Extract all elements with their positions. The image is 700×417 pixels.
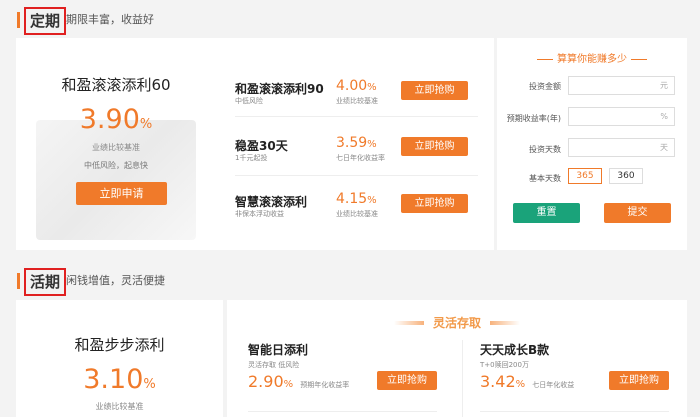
fixed-products-panel: 和盈滚滚添利60 3.90% 业绩比较基准 中低风险，起息快 立即申请 和盈滚滚… — [16, 38, 494, 250]
current-section-subtitle: 闲钱增值，灵活便捷 — [66, 274, 165, 287]
buy-now-button[interactable]: 立即抢购 — [609, 371, 669, 390]
vertical-divider — [462, 340, 463, 417]
product-rate: 2.90% 预期年化收益率 — [248, 372, 349, 391]
featured-risk-note: 中低风险，起息快 — [84, 161, 148, 170]
product-rate-unit: % — [515, 379, 526, 390]
product-rate-value: 4.00 — [336, 78, 368, 94]
fixed-section-title: 定期 — [24, 7, 67, 35]
product-rate-value: 4.15 — [336, 191, 368, 207]
featured-product-name: 和盈滚滚添利60 — [61, 76, 171, 94]
buy-now-button[interactable]: 立即抢购 — [401, 137, 468, 156]
flexible-banner: 灵活存取 — [377, 312, 537, 330]
product-name: 智能日添利 — [248, 343, 309, 357]
amount-input[interactable]: 元 — [568, 76, 675, 95]
yield-input[interactable]: % — [568, 107, 675, 126]
days-input[interactable]: 天 — [568, 138, 675, 157]
current-featured-rate: 3.10% — [16, 364, 223, 395]
product-rate: 4.00% — [336, 78, 377, 94]
buy-now-button[interactable]: 立即抢购 — [401, 194, 468, 213]
product-rate-label: 业绩比较基准 — [336, 210, 378, 218]
section-accent-bar — [17, 12, 20, 28]
product-rate: 3.59% — [336, 135, 377, 151]
product-rate-label: 七日年化收益率 — [336, 154, 385, 162]
current-products-panel: 灵活存取 智能日添利 灵活存取 低风险 2.90% 预期年化收益率 立即抢购 天… — [227, 300, 687, 417]
calculator-title: 算算你能赚多少 — [497, 50, 687, 65]
money-stack-image — [36, 120, 196, 240]
buy-now-button[interactable]: 立即抢购 — [377, 371, 437, 390]
divider — [480, 411, 669, 412]
product-name: 和盈滚滚添利90 — [235, 82, 324, 96]
product-name: 智慧滚滚添利 — [235, 195, 308, 209]
current-section-title: 活期 — [24, 268, 67, 296]
product-rate: 3.42% 七日年化收益 — [480, 372, 574, 391]
calculator-panel: 算算你能赚多少 投资金额 元 预期收益率(年) % 投资天数 天 基本天数 36… — [497, 38, 687, 250]
product-rate-value: 2.90 — [248, 372, 284, 391]
base-days-365-option[interactable]: 365 — [568, 168, 602, 184]
current-rate-value: 3.10 — [83, 364, 144, 395]
current-rate-label: 业绩比较基准 — [95, 402, 144, 411]
product-rate-unit: % — [367, 82, 377, 93]
product-sub: 1千元起投 — [235, 154, 268, 162]
product-sub: 中低风险 — [235, 97, 263, 105]
base-days-360-option[interactable]: 360 — [609, 168, 643, 184]
product-sub: 灵活存取 低风险 — [248, 361, 300, 369]
product-rate-label: 业绩比较基准 — [336, 97, 378, 105]
banner-ribbon-left — [393, 320, 424, 325]
featured-rate-unit: % — [139, 117, 153, 132]
banner-text: 灵活存取 — [432, 316, 481, 330]
product-rate-unit: % — [283, 379, 294, 390]
calculator-title-text: 算算你能赚多少 — [557, 54, 627, 65]
yield-label: 预期收益率(年) — [506, 114, 561, 123]
featured-rate-value: 3.90 — [79, 104, 140, 135]
submit-button[interactable]: 提交 — [604, 203, 671, 223]
current-featured-name: 和盈步步添利 — [74, 336, 165, 354]
featured-rate-label: 业绩比较基准 — [92, 143, 140, 152]
product-rate-label: 预期年化收益率 — [300, 381, 350, 389]
apply-now-button[interactable]: 立即申请 — [76, 182, 167, 205]
base-days-label: 基本天数 — [529, 174, 561, 183]
product-sub: 非保本浮动收益 — [235, 210, 284, 218]
product-rate-unit: % — [367, 195, 377, 206]
current-rate-unit: % — [143, 377, 156, 392]
current-featured-panel: 和盈步步添利 3.10% 业绩比较基准 — [16, 300, 223, 417]
title-line-right — [631, 58, 647, 60]
product-rate: 4.15% — [336, 191, 377, 207]
divider — [235, 116, 478, 117]
divider — [235, 175, 478, 176]
buy-now-button[interactable]: 立即抢购 — [401, 81, 468, 100]
product-sub: T+0赎回200万 — [480, 361, 529, 369]
amount-label: 投资金额 — [529, 82, 561, 91]
reset-button[interactable]: 重置 — [513, 203, 580, 223]
divider — [248, 411, 437, 412]
product-rate-label: 七日年化收益 — [532, 381, 575, 389]
fixed-section-subtitle: 期限丰富，收益好 — [66, 13, 154, 26]
product-rate-value: 3.59 — [336, 135, 368, 151]
title-line-left — [537, 58, 553, 60]
featured-product-rate: 3.90% — [16, 104, 216, 135]
days-label: 投资天数 — [529, 145, 561, 154]
section-accent-bar — [17, 273, 20, 289]
product-name: 天天成长B款 — [480, 343, 550, 357]
product-rate-value: 3.42 — [480, 372, 516, 391]
product-rate-unit: % — [367, 139, 377, 150]
product-name: 稳盈30天 — [235, 139, 288, 153]
banner-ribbon-right — [490, 320, 521, 325]
